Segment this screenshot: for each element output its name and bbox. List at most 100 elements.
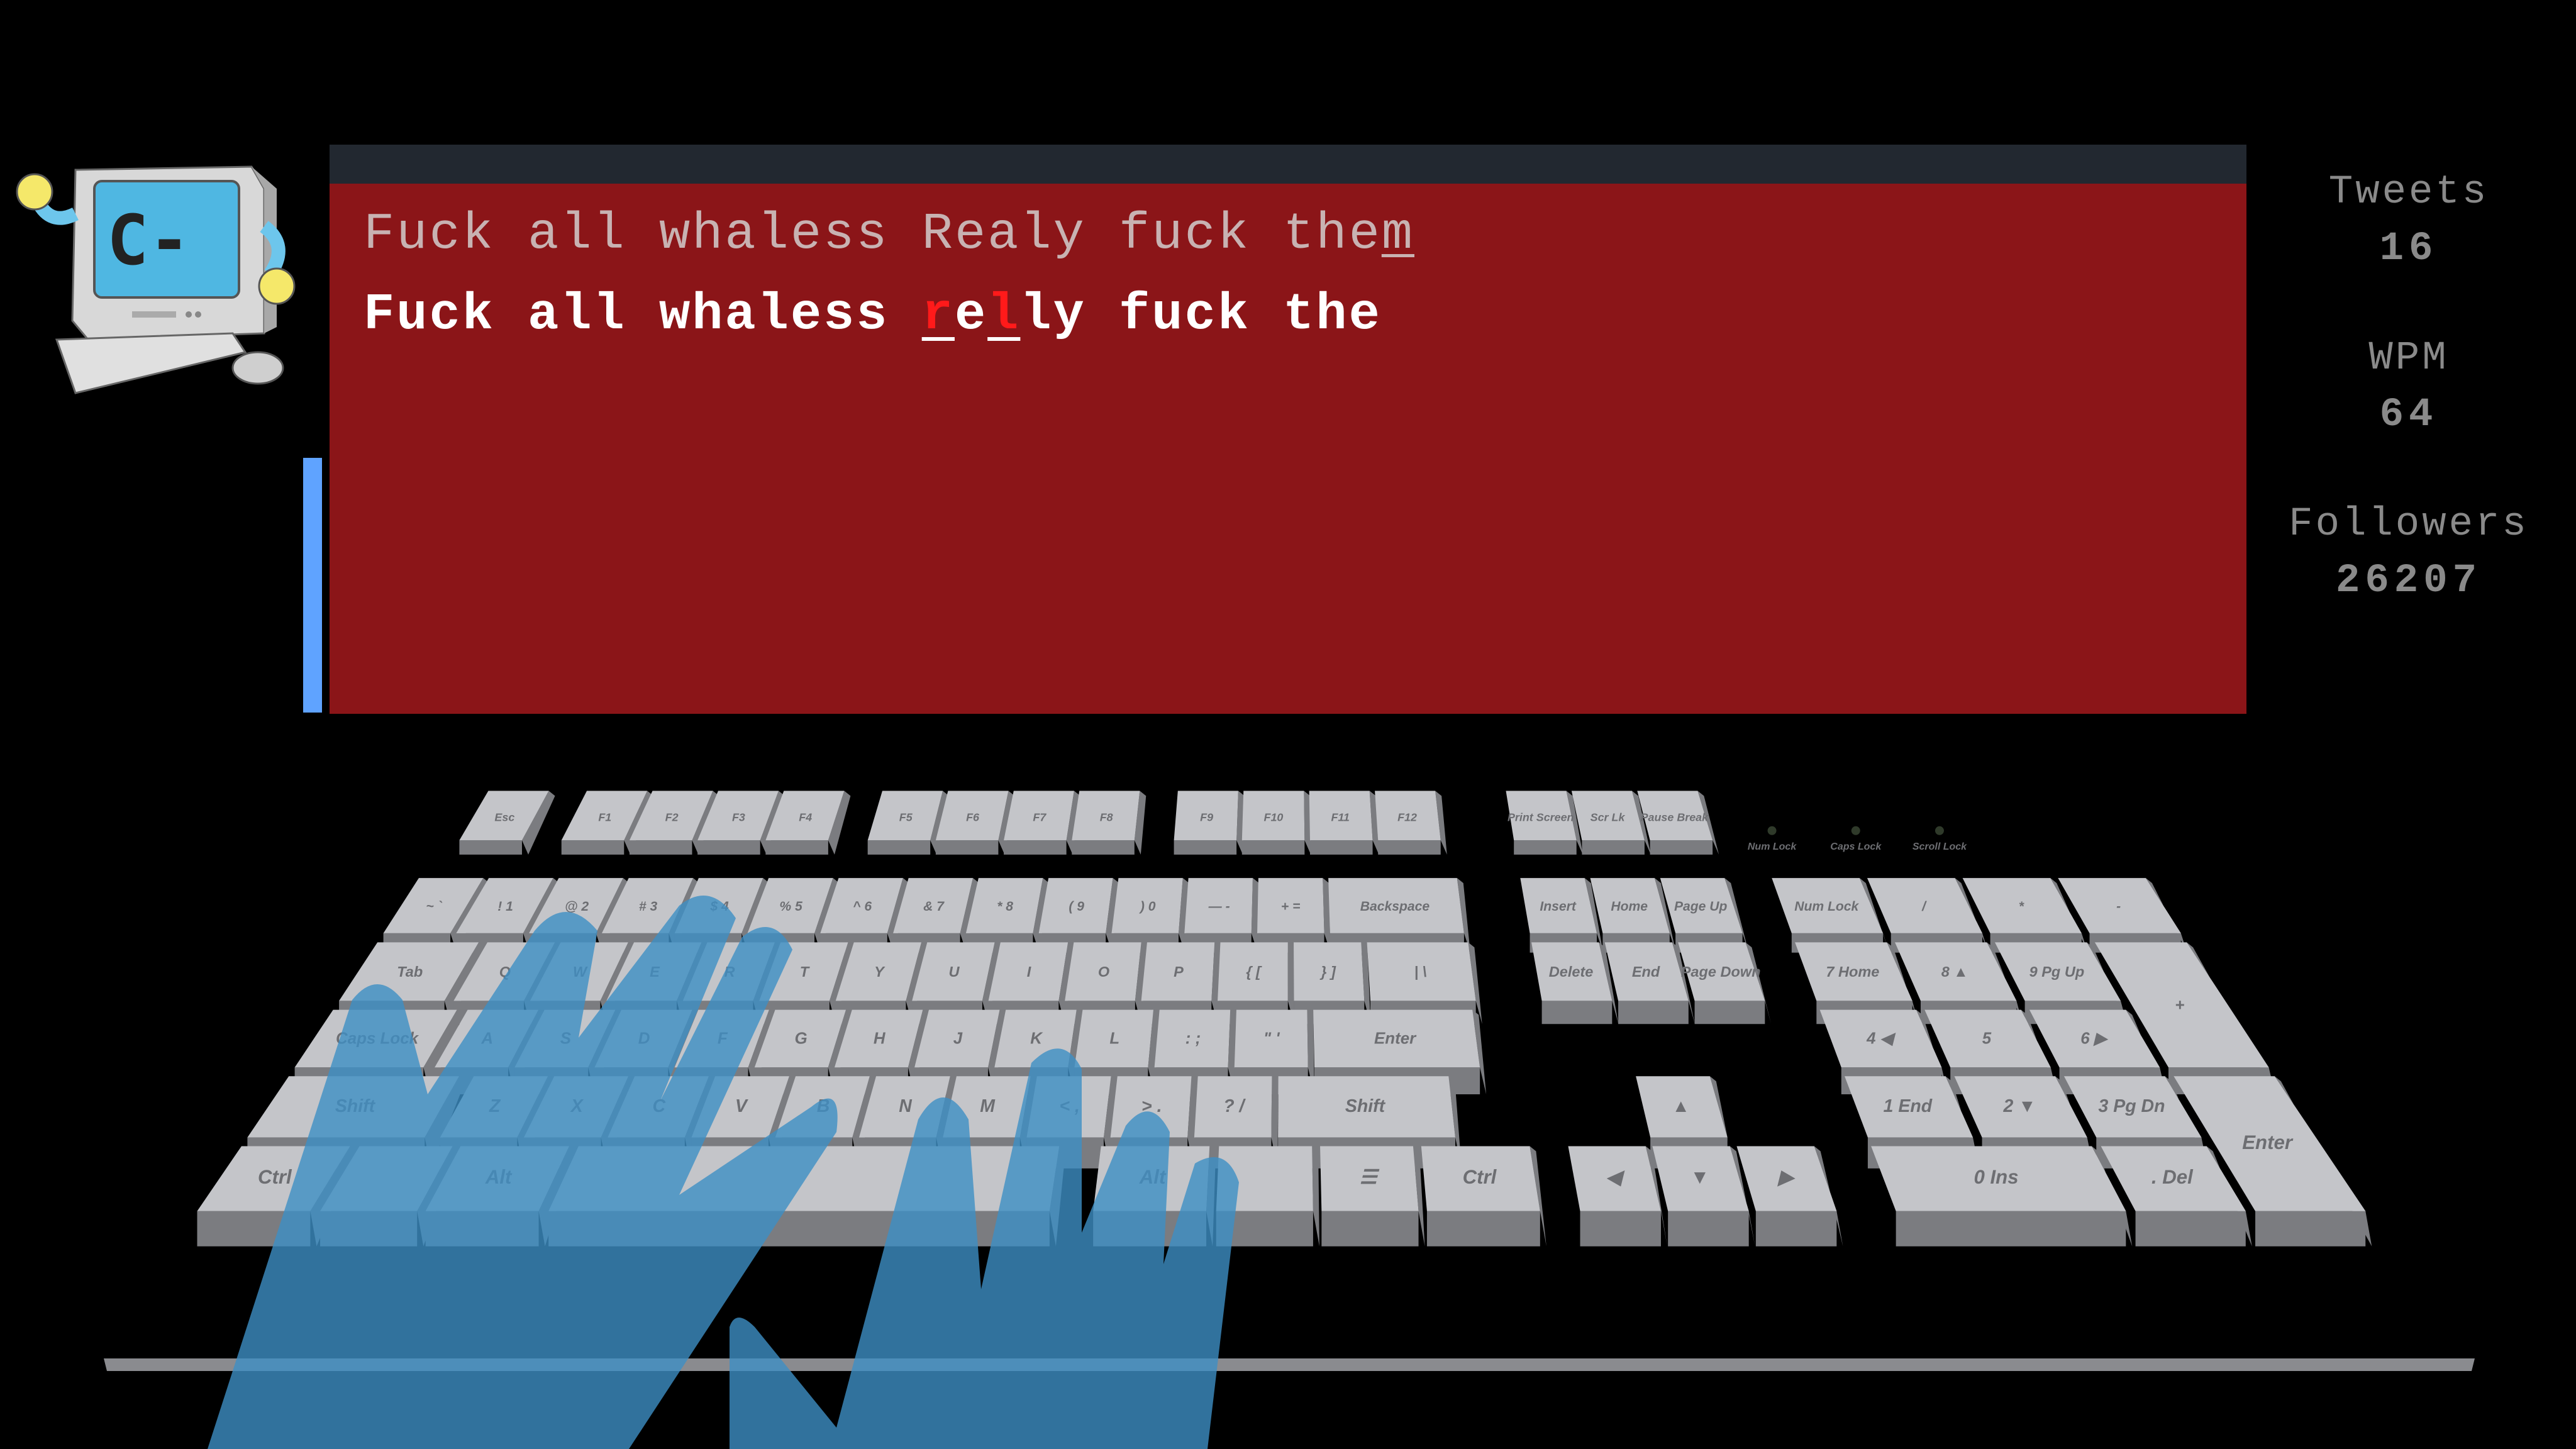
key-front-face — [425, 1211, 539, 1246]
text-char: l — [757, 286, 791, 344]
key-label: F1 — [598, 811, 611, 824]
text-char: s — [856, 205, 889, 264]
key-front-face — [1668, 1211, 1749, 1246]
key-f9[interactable]: F9 — [1174, 791, 1245, 855]
keyboard-keys: Esc F1 F2 F3 F4 F5 F6 F7 F8 F9 F10 F11 F12 Print Scre… — [197, 791, 2372, 1246]
key-f12[interactable]: F12 — [1375, 791, 1447, 855]
key-label: Page Down — [1681, 963, 1761, 980]
key-label: F3 — [732, 811, 745, 824]
key-front-face — [320, 1211, 418, 1246]
key-label: | \ — [1414, 963, 1427, 980]
key-f8[interactable]: F8 — [1072, 791, 1146, 855]
key-[interactable]: + = — [1257, 878, 1331, 953]
key-label: - — [2116, 899, 2121, 914]
text-char — [495, 205, 528, 264]
key-scr-lk[interactable]: Scr Lk — [1571, 791, 1651, 855]
text-char: f — [1119, 205, 1152, 264]
key-esc[interactable]: Esc — [459, 791, 555, 855]
key-label: Tab — [397, 963, 423, 980]
key-label: Num Lock — [1794, 899, 1859, 914]
key-label: Ctrl — [258, 1166, 292, 1188]
key-label: B — [817, 1096, 830, 1116]
text-char: e — [954, 205, 988, 264]
stat-followers: Followers 26207 — [2251, 502, 2566, 604]
key-label: ▶ — [1777, 1166, 1796, 1188]
mascot-hand-left-icon — [16, 173, 79, 225]
keyboard-base — [104, 1358, 2475, 1371]
key-f11[interactable]: F11 — [1309, 791, 1379, 855]
key-pause-break[interactable]: Pause Break — [1637, 791, 1719, 855]
key-label: Page Up — [1674, 899, 1728, 914]
text-char: c — [1184, 205, 1218, 264]
key-label: Shift — [335, 1096, 376, 1116]
key-front-face — [1582, 840, 1645, 855]
numpad-key-0-ins[interactable]: 0 Ins — [1871, 1146, 2133, 1246]
indicator-label: Caps Lock — [1830, 841, 1882, 852]
key-print-screen[interactable]: Print Screen — [1506, 791, 1583, 855]
key-label: H — [874, 1030, 886, 1048]
key-front-face — [2135, 1211, 2246, 1246]
text-char — [1250, 205, 1283, 264]
key-home[interactable]: Home — [1590, 878, 1676, 953]
text-char: t — [1283, 205, 1316, 264]
key-label: 9 Pg Up — [2029, 963, 2085, 980]
key-f6[interactable]: F6 — [935, 791, 1015, 855]
key-label: 1 End — [1884, 1096, 1933, 1116]
key-front-face — [1378, 840, 1441, 855]
text-char: k — [1217, 286, 1250, 344]
key-[interactable]: — - — [1184, 878, 1259, 953]
mascot-computer-logo: C- — [16, 165, 296, 394]
key-space[interactable] — [548, 1146, 1066, 1246]
key-backspace[interactable]: Backspace — [1328, 878, 1470, 953]
key-label: ? / — [1223, 1096, 1246, 1116]
key-front-face — [1072, 840, 1135, 855]
text-char: s — [856, 286, 889, 344]
key-front-face — [1241, 840, 1305, 855]
key-arrow-right[interactable]: ▶ — [1736, 1146, 1843, 1246]
key-front-face — [1426, 1211, 1540, 1246]
key-label: End — [1632, 963, 1660, 980]
typing-panel-body[interactable]: Fuck all whaless Realy fuck them Fuck al… — [330, 184, 2246, 714]
key-8[interactable]: * 8 — [965, 878, 1050, 953]
text-char: h — [1316, 286, 1349, 344]
key-label: G — [794, 1030, 807, 1048]
key-label: F11 — [1331, 811, 1350, 824]
key-label: S — [560, 1030, 572, 1048]
key-label: ▲ — [1672, 1096, 1690, 1116]
key-arrow-down[interactable]: ▼ — [1652, 1146, 1755, 1246]
key-label: % 5 — [779, 899, 802, 914]
key-label: 4 ◀ — [1866, 1030, 1896, 1048]
key-arrow-left[interactable]: ◀ — [1568, 1146, 1668, 1246]
key-label: # 3 — [639, 899, 658, 914]
key-delete[interactable]: Delete — [1531, 942, 1619, 1024]
key-f10[interactable]: F10 — [1241, 791, 1311, 855]
key-front-face — [197, 1211, 311, 1246]
key-end[interactable]: End — [1604, 942, 1695, 1024]
key-alt[interactable]: Alt — [1093, 1146, 1216, 1246]
key-label: K — [1030, 1030, 1043, 1048]
text-char: e — [1348, 286, 1382, 344]
key-9[interactable]: ( 9 — [1038, 878, 1119, 953]
text-char: a — [724, 205, 758, 264]
numpad-key-num-lock[interactable]: Num Lock — [1772, 878, 1890, 953]
text-char: k — [462, 286, 495, 344]
key-label: Home — [1611, 899, 1648, 914]
key-label: F7 — [1033, 811, 1046, 824]
key-insert[interactable]: Insert — [1520, 878, 1604, 953]
text-char: u — [396, 205, 430, 264]
key-front-face — [1650, 840, 1713, 855]
key-front-face — [1580, 1211, 1662, 1246]
key-front-face — [2255, 1211, 2366, 1246]
key-f7[interactable]: F7 — [1004, 791, 1080, 855]
mascot-screen-text: C- — [107, 200, 190, 280]
key-menu[interactable]: ☰ — [1320, 1146, 1425, 1246]
key-ctrl[interactable]: Ctrl — [1421, 1146, 1546, 1246]
text-char: t — [1283, 286, 1316, 344]
text-char: l — [593, 286, 626, 344]
key-front-face — [935, 840, 999, 855]
key-blank[interactable] — [1216, 1146, 1319, 1246]
key-front-face — [1694, 1001, 1765, 1024]
key-0[interactable]: ) 0 — [1111, 878, 1189, 953]
key-scroll-lock-indicator-light — [1935, 826, 1944, 835]
progress-bar — [303, 358, 322, 713]
